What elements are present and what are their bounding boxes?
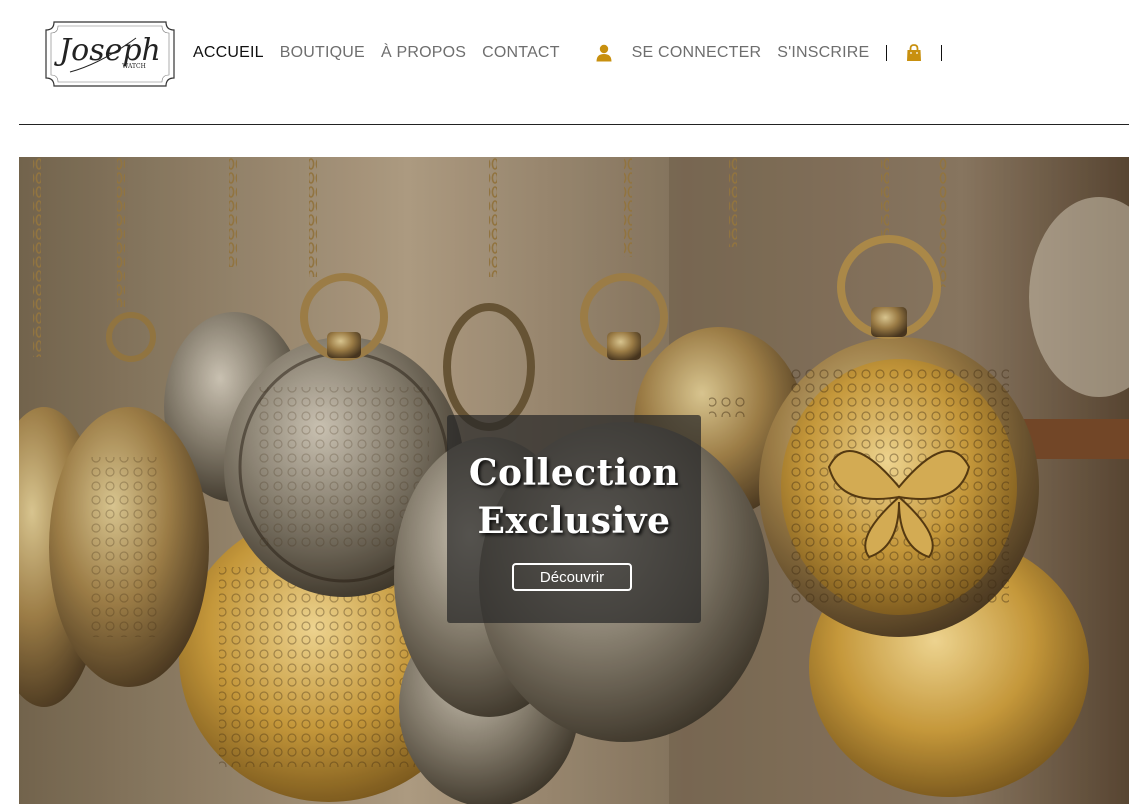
shopping-bag-icon[interactable] <box>906 44 922 62</box>
hero-caption: Collection Exclusive Découvrir <box>447 415 701 623</box>
nav-item-boutique[interactable]: BOUTIQUE <box>280 44 365 62</box>
nav-separator <box>886 45 888 61</box>
hero-title-line2: Exclusive <box>477 500 671 542</box>
site-header: Joseph WATCH ACCUEIL BOUTIQUE À PROPOS C… <box>0 0 1146 124</box>
nav-item-contact[interactable]: CONTACT <box>482 44 560 62</box>
brand-logo[interactable]: Joseph WATCH <box>40 16 180 92</box>
nav-separator-end <box>941 45 943 61</box>
logo-sub-text: WATCH <box>122 63 146 70</box>
user-icon[interactable] <box>596 44 612 62</box>
hero-title: Collection Exclusive <box>447 415 701 545</box>
header-divider <box>19 124 1129 125</box>
login-link[interactable]: SE CONNECTER <box>632 44 762 62</box>
discover-button[interactable]: Découvrir <box>512 563 632 591</box>
main-nav: ACCUEIL BOUTIQUE À PROPOS CONTACT SE CON… <box>193 42 943 64</box>
nav-item-a-propos[interactable]: À PROPOS <box>381 44 466 62</box>
nav-item-accueil[interactable]: ACCUEIL <box>193 44 264 62</box>
register-link[interactable]: S'INSCRIRE <box>777 44 869 62</box>
hero-banner: Collection Exclusive Découvrir <box>19 157 1129 804</box>
hero-title-line1: Collection <box>468 452 680 494</box>
